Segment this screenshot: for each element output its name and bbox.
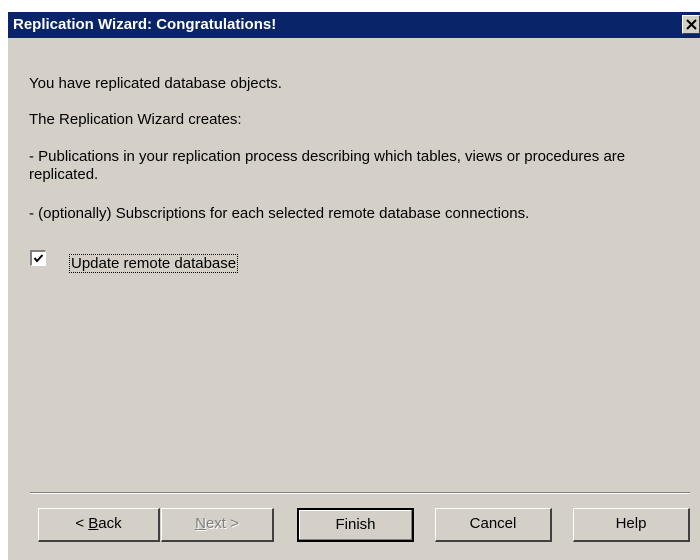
update-remote-database-checkbox[interactable] [30,250,46,266]
checkmark-icon [33,254,44,263]
back-label-rest: ack [98,515,122,532]
back-button[interactable]: < Back [38,508,160,542]
replication-wizard-dialog: Replication Wizard: Congratulations! You… [8,12,700,560]
next-accelerator: N [195,515,206,532]
title-bar[interactable]: Replication Wizard: Congratulations! [8,12,700,38]
next-button[interactable]: Next > [161,508,274,542]
publications-description: - Publications in your replication proce… [29,148,626,183]
window-title: Replication Wizard: Congratulations! [13,16,277,33]
update-remote-database-label[interactable]: Update remote database [69,254,239,273]
cancel-button[interactable]: Cancel [435,508,552,542]
summary-text: You have replicated database objects. [29,75,282,92]
separator [30,492,690,494]
back-accelerator: B [88,515,99,532]
close-button[interactable] [682,15,700,34]
creates-heading: The Replication Wizard creates: [29,111,242,128]
help-button[interactable]: Help [573,508,690,542]
subscriptions-description: - (optionally) Subscriptions for each se… [29,205,530,222]
back-prefix: < [75,515,89,532]
finish-button[interactable]: Finish [297,508,414,542]
close-icon [686,19,697,30]
next-label-rest: ext > [205,515,239,532]
